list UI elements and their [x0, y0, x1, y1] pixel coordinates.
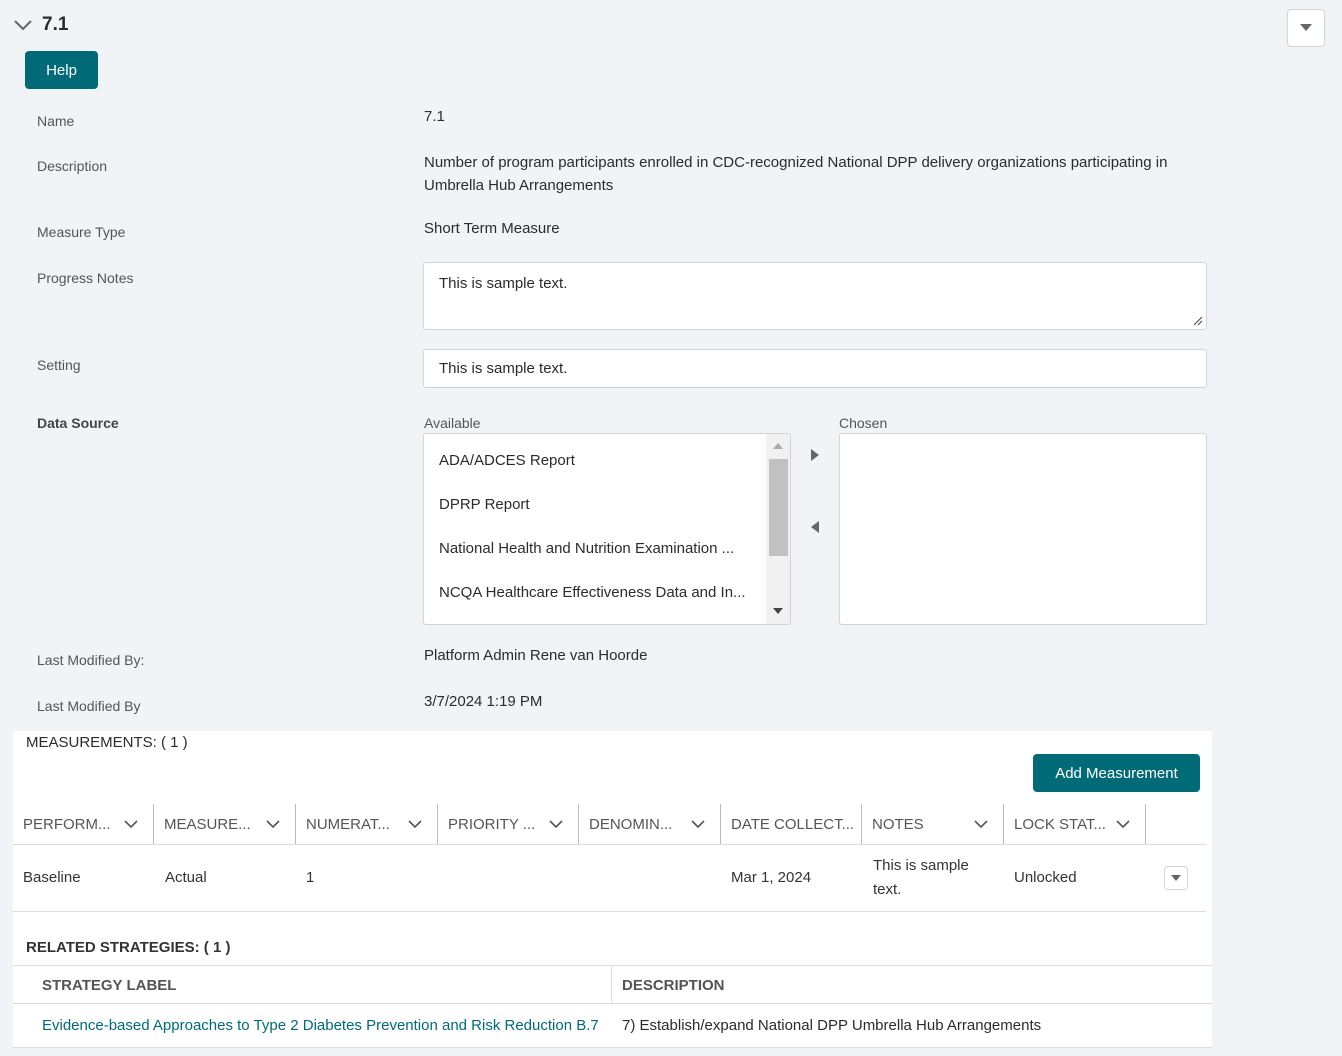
- move-left-icon[interactable]: [811, 521, 819, 533]
- name-value: 7.1: [424, 108, 445, 125]
- related-strategies-title: RELATED STRATEGIES: ( 1 ): [26, 939, 231, 956]
- cell-lock-status: Unlocked: [1014, 869, 1077, 886]
- list-option[interactable]: DPRP Report: [439, 496, 530, 513]
- last-modified-label: Last Modified By: [37, 698, 141, 714]
- chevron-down-icon[interactable]: [690, 816, 706, 832]
- chevron-down-icon[interactable]: [123, 816, 139, 832]
- last-modified-by-value: Platform Admin Rene van Hoorde: [424, 647, 648, 664]
- column-header-numerator[interactable]: NUMERAT...: [296, 804, 438, 845]
- measure-type-value: Short Term Measure: [424, 220, 560, 237]
- chevron-down-icon[interactable]: [265, 816, 281, 832]
- column-strategy-label[interactable]: STRATEGY LABEL: [42, 977, 176, 994]
- cell-performance: Baseline: [23, 869, 81, 886]
- column-header-denominator[interactable]: DENOMIN...: [579, 804, 721, 845]
- last-modified-value: 3/7/2024 1:19 PM: [424, 693, 543, 710]
- cell-numerator: 1: [306, 869, 315, 886]
- progress-notes-label: Progress Notes: [37, 270, 134, 286]
- list-option[interactable]: NCQA Healthcare Effectiveness Data and I…: [439, 584, 746, 601]
- chevron-down-icon[interactable]: [548, 816, 564, 832]
- scrollbar[interactable]: [766, 434, 790, 624]
- progress-notes-textarea[interactable]: This is sample text.: [423, 262, 1207, 330]
- chosen-listbox[interactable]: [839, 433, 1207, 625]
- caret-down-icon: [1171, 875, 1181, 881]
- chevron-down-icon[interactable]: [1115, 816, 1131, 832]
- column-header-label: DENOMIN...: [589, 816, 673, 833]
- column-header-label: PERFORM...: [23, 816, 111, 833]
- page-title: 7.1: [42, 14, 69, 35]
- scroll-down-icon[interactable]: [773, 608, 783, 614]
- available-label: Available: [424, 415, 481, 431]
- caret-down-icon: [1300, 24, 1312, 31]
- chevron-down-icon[interactable]: [973, 816, 989, 832]
- chevron-down-icon[interactable]: [14, 19, 32, 31]
- setting-text: This is sample text.: [439, 360, 568, 377]
- column-header-label: PRIORITY ...: [448, 816, 536, 833]
- name-label: Name: [37, 113, 75, 129]
- description-value: Number of program participants enrolled …: [424, 154, 1168, 194]
- list-option[interactable]: ADA/ADCES Report: [439, 452, 575, 469]
- setting-label: Setting: [37, 357, 81, 373]
- column-header-label: NUMERAT...: [306, 816, 390, 833]
- divider: [13, 844, 1206, 845]
- cell-measure: Actual: [165, 869, 207, 886]
- progress-notes-text: This is sample text.: [439, 275, 568, 292]
- scroll-up-icon[interactable]: [773, 443, 783, 449]
- divider: [13, 911, 1206, 912]
- resize-handle-icon[interactable]: [1193, 316, 1203, 326]
- data-source-label: Data Source: [37, 415, 119, 431]
- row-actions-button[interactable]: [1164, 866, 1188, 890]
- column-header-label: MEASURE...: [164, 816, 251, 833]
- last-modified-by-label: Last Modified By:: [37, 652, 145, 668]
- column-header-label: NOTES: [872, 816, 924, 833]
- column-header-performance[interactable]: PERFORM...: [13, 804, 154, 845]
- strategy-description: 7) Establish/expand National DPP Umbrell…: [622, 1017, 1042, 1034]
- divider: [13, 1047, 1212, 1048]
- setting-input[interactable]: This is sample text.: [423, 349, 1207, 388]
- actions-menu-button[interactable]: [1287, 9, 1325, 47]
- strategy-link[interactable]: Evidence-based Approaches to Type 2 Diab…: [42, 1017, 599, 1034]
- add-measurement-button[interactable]: Add Measurement: [1033, 754, 1200, 792]
- scrollbar-thumb[interactable]: [769, 459, 788, 556]
- column-divider: [611, 966, 612, 1004]
- measurements-title: MEASUREMENTS: ( 1 ): [26, 734, 188, 751]
- column-header-priority[interactable]: PRIORITY ...: [438, 804, 579, 845]
- column-header-notes[interactable]: NOTES: [862, 804, 1004, 845]
- divider: [13, 965, 1212, 966]
- column-description[interactable]: DESCRIPTION: [622, 977, 725, 994]
- column-header-label: LOCK STAT...: [1014, 816, 1106, 833]
- column-header-label: DATE COLLECT...: [731, 816, 855, 833]
- cell-notes: This is sample text.: [873, 857, 969, 898]
- chosen-label: Chosen: [839, 415, 888, 431]
- measure-type-label: Measure Type: [37, 224, 126, 240]
- available-listbox[interactable]: ADA/ADCES Report DPRP Report National He…: [423, 433, 791, 625]
- list-option[interactable]: National Health and Nutrition Examinatio…: [439, 540, 734, 557]
- help-button[interactable]: Help: [25, 51, 98, 89]
- divider: [13, 1003, 1212, 1004]
- column-header-date-collected[interactable]: DATE COLLECT...: [721, 804, 862, 845]
- cell-date: Mar 1, 2024: [731, 869, 812, 886]
- column-header-lock-status[interactable]: LOCK STAT...: [1004, 804, 1146, 845]
- move-right-icon[interactable]: [811, 449, 819, 461]
- column-header-measure[interactable]: MEASURE...: [154, 804, 296, 845]
- chevron-down-icon[interactable]: [407, 816, 423, 832]
- description-label: Description: [37, 158, 108, 174]
